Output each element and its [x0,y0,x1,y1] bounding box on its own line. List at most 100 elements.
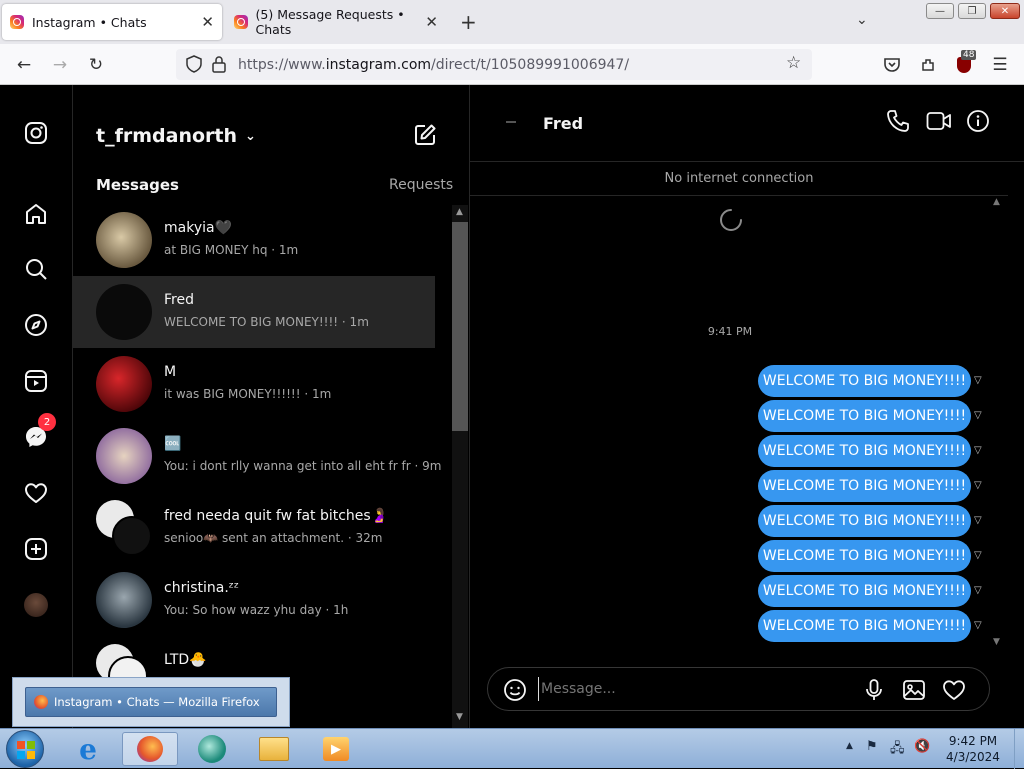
heart-icon[interactable] [20,477,52,509]
message-bubble-sent[interactable]: WELCOME TO BIG MONEY!!!! [758,435,971,467]
image-upload-icon[interactable] [902,678,926,706]
scroll-down-icon[interactable]: ▼ [993,637,1000,647]
account-switcher[interactable]: t_frmdanorth ⌄ [96,125,256,147]
conversation-preview: You: i dont rlly wanna get into all eht … [164,459,442,473]
chat-scrollbar[interactable]: ▲ ▼ [990,197,1006,649]
chat-pane: Fred No internet connection 9:41 PM WELC… [470,85,1024,728]
windows-taskbar: e ▶ ▲ ⚑ 🖧 🔇 9:42 PM 4/3/2024 [0,728,1024,769]
conversation-item[interactable]: christina.ᶻᶻ You: So how wazz yhu day · … [73,564,435,636]
conversation-item[interactable]: makyia🖤 at BIG MONEY hq · 1m [73,204,435,276]
list-scrollbar[interactable]: ▲ ▼ [452,205,468,728]
action-center-flag-icon[interactable]: ⚑ [866,739,878,754]
conversation-preview: at BIG MONEY hq · 1m [164,243,299,257]
ublock-extension-icon[interactable]: 48 [948,44,980,85]
preview-window-title[interactable]: Instagram • Chats — Mozilla Firefox [25,687,277,717]
conversation-info-icon[interactable] [966,109,990,137]
seen-indicator-icon: ▽ [974,375,982,386]
profile-avatar[interactable] [20,589,52,621]
start-button[interactable] [6,730,44,768]
conversation-name: fred needa quit fw fat bitches🤰 [164,508,389,524]
conversation-preview: it was BIG MONEY!!!!!! · 1m [164,387,332,401]
group-avatar [96,500,152,556]
message-bubble-sent[interactable]: WELCOME TO BIG MONEY!!!! [758,505,971,537]
emoji-icon[interactable] [503,678,527,706]
requests-link[interactable]: Requests [389,177,453,193]
microphone-icon[interactable] [862,678,886,706]
show-hidden-icons-icon[interactable]: ▲ [846,741,853,751]
contact-name[interactable]: Fred [543,114,583,133]
maximize-button[interactable]: ❐ [958,3,986,19]
reload-icon[interactable]: ↻ [80,44,112,85]
lock-icon[interactable] [212,55,226,77]
scroll-up-icon[interactable]: ▲ [993,197,1000,207]
conversation-item[interactable]: 🆒 You: i dont rlly wanna get into all eh… [73,420,441,492]
instagram-nav-rail: 2 [0,85,73,728]
loading-spinner-icon [719,208,743,236]
conversation-item-selected[interactable]: Fred WELCOME TO BIG MONEY!!!! · 1m [73,276,435,348]
video-call-icon[interactable] [926,109,952,137]
avatar [96,572,152,628]
network-icon[interactable]: 🖧 [890,739,905,761]
minimize-button[interactable]: — [926,3,954,19]
messenger-icon[interactable]: 2 [20,413,56,453]
scroll-up-icon[interactable]: ▲ [456,207,463,217]
bookmark-star-icon[interactable]: ☆ [786,53,801,73]
message-bubble-sent[interactable]: WELCOME TO BIG MONEY!!!! [758,540,971,572]
url-bar[interactable]: https://www. instagram.com/direct/t/10508… [176,49,812,80]
message-bubble-sent[interactable]: WELCOME TO BIG MONEY!!!! [758,470,971,502]
seen-indicator-icon: ▽ [974,515,982,526]
conversation-preview: You: So how wazz yhu day · 1h [164,603,349,617]
extensions-icon[interactable] [912,44,944,85]
conversation-name: makyia🖤 [164,220,233,236]
list-tabs-chevron-icon[interactable]: ⌄ [856,12,868,28]
new-message-icon[interactable] [413,123,437,151]
message-input[interactable] [538,677,838,701]
scroll-down-icon[interactable]: ▼ [456,712,463,722]
hamburger-menu-icon[interactable]: ☰ [984,44,1016,85]
tab-message-requests[interactable]: (5) Message Requests • Chats ✕ [226,4,446,40]
internet-explorer-icon[interactable]: e [60,732,116,766]
reels-icon[interactable] [20,365,52,397]
back-icon[interactable]: ← [8,44,40,85]
like-heart-icon[interactable] [942,678,966,706]
connection-status-banner: No internet connection [470,162,1008,196]
message-bubble-sent[interactable]: WELCOME TO BIG MONEY!!!! [758,400,971,432]
tab-title: Instagram • Chats [32,14,147,30]
tab-instagram-chats[interactable]: Instagram • Chats ✕ [2,4,222,40]
instagram-icon[interactable] [20,117,52,149]
show-desktop-button[interactable] [1014,729,1024,769]
new-tab-icon[interactable]: + [460,10,477,34]
pocket-icon[interactable] [876,44,908,85]
explore-icon[interactable] [20,309,52,341]
close-window-button[interactable]: ✕ [990,3,1020,19]
conversation-name: christina.ᶻᶻ [164,580,240,596]
conversation-item[interactable]: fred needa quit fw fat bitches🤰 senioo🦇 … [73,492,435,564]
seen-indicator-icon: ▽ [974,410,982,421]
tracking-shield-icon[interactable] [186,55,202,77]
conversation-item[interactable]: M it was BIG MONEY!!!!!! · 1m [73,348,435,420]
avatar [96,212,152,268]
message-bubble-sent[interactable]: WELCOME TO BIG MONEY!!!! [758,365,971,397]
media-player-icon[interactable]: ▶ [308,732,364,766]
message-bubble-sent[interactable]: WELCOME TO BIG MONEY!!!! [758,610,971,642]
volume-muted-icon[interactable]: 🔇 [914,739,930,754]
create-icon[interactable] [20,533,52,565]
system-clock[interactable]: 9:42 PM 4/3/2024 [936,733,1010,765]
scrollbar-thumb[interactable] [452,222,468,431]
firefox-taskbar-icon[interactable] [122,732,178,766]
contact-avatar[interactable] [506,121,516,123]
close-tab-icon[interactable]: ✕ [201,13,214,31]
taskbar-thumbnail-preview[interactable]: Instagram • Chats — Mozilla Firefox [12,677,290,727]
chevron-down-icon: ⌄ [245,128,256,144]
avatar [96,356,152,412]
app-taskbar-icon[interactable] [184,732,240,766]
close-tab-icon[interactable]: ✕ [425,13,438,31]
home-icon[interactable] [20,198,52,230]
conversation-name: Fred [164,292,194,308]
file-explorer-icon[interactable] [246,732,302,766]
message-bubble-sent[interactable]: WELCOME TO BIG MONEY!!!! [758,575,971,607]
search-icon[interactable] [20,253,52,285]
phone-call-icon[interactable] [886,109,910,137]
forward-icon[interactable]: → [44,44,76,85]
clock-date: 4/3/2024 [946,750,1000,764]
